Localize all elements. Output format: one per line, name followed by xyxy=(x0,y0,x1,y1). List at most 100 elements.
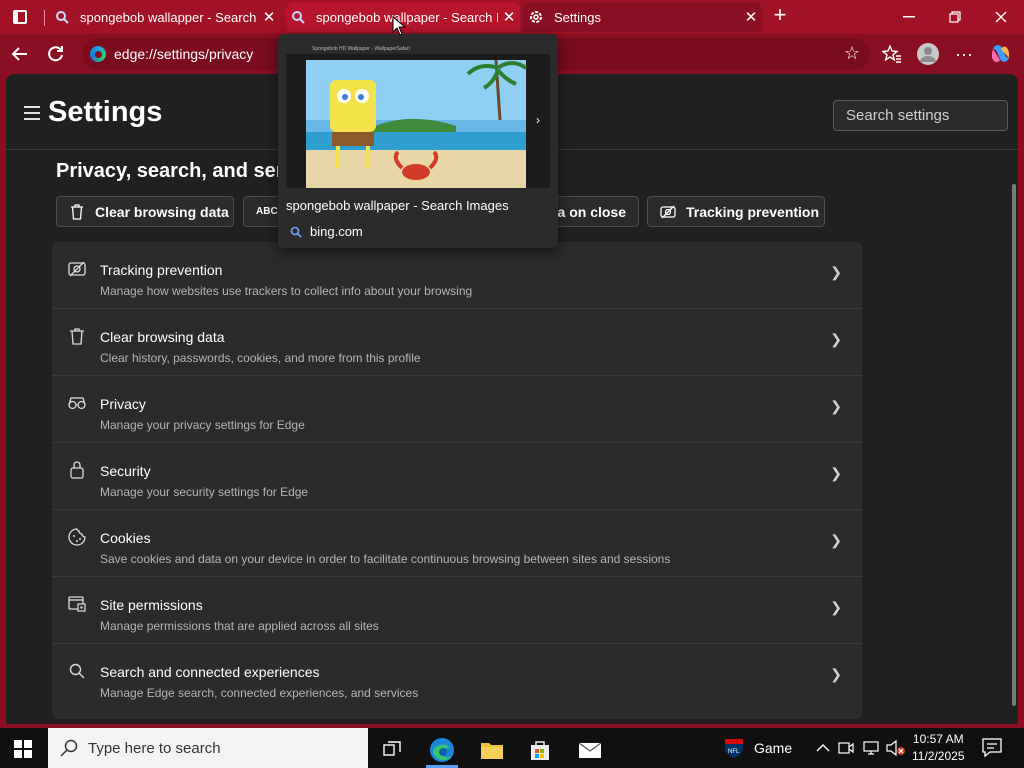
tab-actions-icon[interactable] xyxy=(8,6,32,28)
cookie-icon xyxy=(68,528,86,546)
row-description: Manage permissions that are applied acro… xyxy=(100,619,379,633)
thumb-caption: Spongebob HD Wallpaper - WallpaperSafari xyxy=(312,46,410,52)
settings-row-privacy[interactable]: Privacy Manage your privacy settings for… xyxy=(52,376,862,443)
row-title: Tracking prevention xyxy=(100,262,223,278)
back-button[interactable] xyxy=(6,40,34,68)
row-description: Manage Edge search, connected experience… xyxy=(100,686,419,700)
trash-icon xyxy=(68,327,86,345)
more-options-icon[interactable]: ··· xyxy=(950,40,978,68)
mail-icon[interactable] xyxy=(568,732,612,768)
volume-muted-icon[interactable] xyxy=(886,728,906,768)
address-url: edge://settings/privacy xyxy=(114,46,254,62)
row-description: Manage how websites use trackers to coll… xyxy=(100,284,473,298)
gear-icon xyxy=(528,9,544,25)
chevron-right-icon: ❯ xyxy=(830,398,842,414)
search-icon xyxy=(290,225,304,239)
minimize-button[interactable] xyxy=(886,0,932,34)
tab-label: Settings xyxy=(554,9,601,25)
network-icon[interactable] xyxy=(862,728,880,768)
chevron-right-icon: ❯ xyxy=(830,331,842,347)
lock-icon xyxy=(68,461,86,479)
menu-icon[interactable] xyxy=(24,106,40,120)
tab-spongebob-search[interactable]: spongebob wallapper - Search ✕ xyxy=(50,2,280,32)
preview-thumbnail: Spongebob HD Wallpaper - WallpaperSafari… xyxy=(286,40,550,188)
row-description: Manage your security settings for Edge xyxy=(100,485,309,499)
search-settings-input[interactable]: Search settings xyxy=(833,100,1008,131)
clock-date: 11/2/2025 xyxy=(912,749,965,763)
meet-now-icon[interactable] xyxy=(838,728,854,768)
close-icon[interactable]: ✕ xyxy=(258,8,280,26)
tracking-prevention-chip[interactable]: Tracking prevention xyxy=(647,196,825,227)
close-icon[interactable]: ✕ xyxy=(740,8,762,26)
tab-label: spongebob wallpaper - Search Images xyxy=(316,9,498,25)
game-label: Game xyxy=(754,740,793,756)
close-window-button[interactable] xyxy=(978,0,1024,34)
chevron-right-icon: ❯ xyxy=(830,666,842,682)
copilot-icon[interactable] xyxy=(986,40,1014,68)
row-description: Manage your privacy settings for Edge xyxy=(100,418,305,432)
windows-start-icon[interactable] xyxy=(14,740,32,758)
task-view-icon[interactable] xyxy=(370,732,414,768)
mouse-cursor-icon xyxy=(392,15,407,36)
tracking-icon xyxy=(68,260,86,278)
chevron-right-icon: ❯ xyxy=(830,264,842,280)
taskbar: Type here to search NFL Game 10:57 AM 11… xyxy=(0,728,1024,768)
new-tab-button[interactable]: + xyxy=(768,4,792,28)
favorites-icon[interactable] xyxy=(878,40,906,68)
tab-separator xyxy=(44,10,45,26)
page-title: Settings xyxy=(48,96,163,128)
chip-label: ABC xyxy=(256,206,278,217)
show-hidden-icons-icon[interactable] xyxy=(816,728,830,768)
clock-time: 10:57 AM xyxy=(912,732,964,746)
settings-row-site-permissions[interactable]: Site permissions Manage permissions that… xyxy=(52,577,862,644)
tab-label: spongebob wallapper - Search xyxy=(80,9,257,25)
favorite-star-icon[interactable]: ☆ xyxy=(844,43,860,64)
row-title: Site permissions xyxy=(100,597,203,613)
row-title: Privacy xyxy=(100,396,146,412)
microsoft-store-icon[interactable] xyxy=(518,732,562,768)
edge-logo-icon xyxy=(90,46,106,62)
svg-text:›: › xyxy=(536,113,540,127)
nfl-widget[interactable]: NFL Game xyxy=(724,728,792,768)
glasses-icon xyxy=(68,394,86,412)
close-icon[interactable]: ✕ xyxy=(498,8,520,26)
row-title: Search and connected experiences xyxy=(100,664,320,680)
preview-title: spongebob wallpaper - Search Images xyxy=(286,198,509,213)
svg-text:NFL: NFL xyxy=(728,749,740,755)
chip-label: Tracking prevention xyxy=(686,203,820,220)
taskbar-search-box[interactable]: Type here to search xyxy=(48,728,368,768)
search-icon xyxy=(54,9,70,25)
page-scrollbar[interactable] xyxy=(1012,184,1016,706)
file-explorer-icon[interactable] xyxy=(470,732,514,768)
row-description: Clear history, passwords, cookies, and m… xyxy=(100,351,421,365)
search-icon xyxy=(290,9,306,25)
tab-hover-preview[interactable]: Spongebob HD Wallpaper - WallpaperSafari… xyxy=(278,34,558,248)
spellcheck-chip[interactable]: ABC xyxy=(243,196,283,227)
trash-icon xyxy=(69,203,85,220)
settings-row-cookies[interactable]: Cookies Save cookies and data on your de… xyxy=(52,510,862,577)
tab-settings[interactable]: Settings ✕ xyxy=(522,2,762,32)
taskbar-clock[interactable]: 10:57 AM 11/2/2025 xyxy=(912,731,965,765)
settings-row-clear-browsing-data[interactable]: Clear browsing data Clear history, passw… xyxy=(52,309,862,376)
edge-taskbar-icon[interactable] xyxy=(420,732,464,768)
row-title: Security xyxy=(100,463,151,479)
settings-row-security[interactable]: Security Manage your security settings f… xyxy=(52,443,862,510)
chevron-right-icon: ❯ xyxy=(830,465,842,481)
taskbar-search-placeholder: Type here to search xyxy=(88,740,221,757)
settings-row-tracking-prevention[interactable]: Tracking prevention Manage how websites … xyxy=(52,242,862,309)
restore-button[interactable] xyxy=(932,0,978,34)
nfl-shield-icon: NFL xyxy=(725,739,743,758)
permissions-icon xyxy=(68,595,86,613)
row-title: Cookies xyxy=(100,530,151,546)
refresh-button[interactable] xyxy=(42,40,70,68)
chip-label: Clear browsing data xyxy=(95,203,229,220)
notifications-icon[interactable] xyxy=(982,728,1004,768)
clear-browsing-data-chip[interactable]: Clear browsing data xyxy=(56,196,234,227)
tracking-icon xyxy=(660,204,676,220)
chevron-right-icon: ❯ xyxy=(830,599,842,615)
privacy-settings-card: Tracking prevention Manage how websites … xyxy=(52,242,862,719)
profile-avatar[interactable] xyxy=(914,40,942,68)
row-description: Save cookies and data on your device in … xyxy=(100,552,671,566)
settings-row-search-connected[interactable]: Search and connected experiences Manage … xyxy=(52,644,862,711)
chevron-right-icon: ❯ xyxy=(830,532,842,548)
